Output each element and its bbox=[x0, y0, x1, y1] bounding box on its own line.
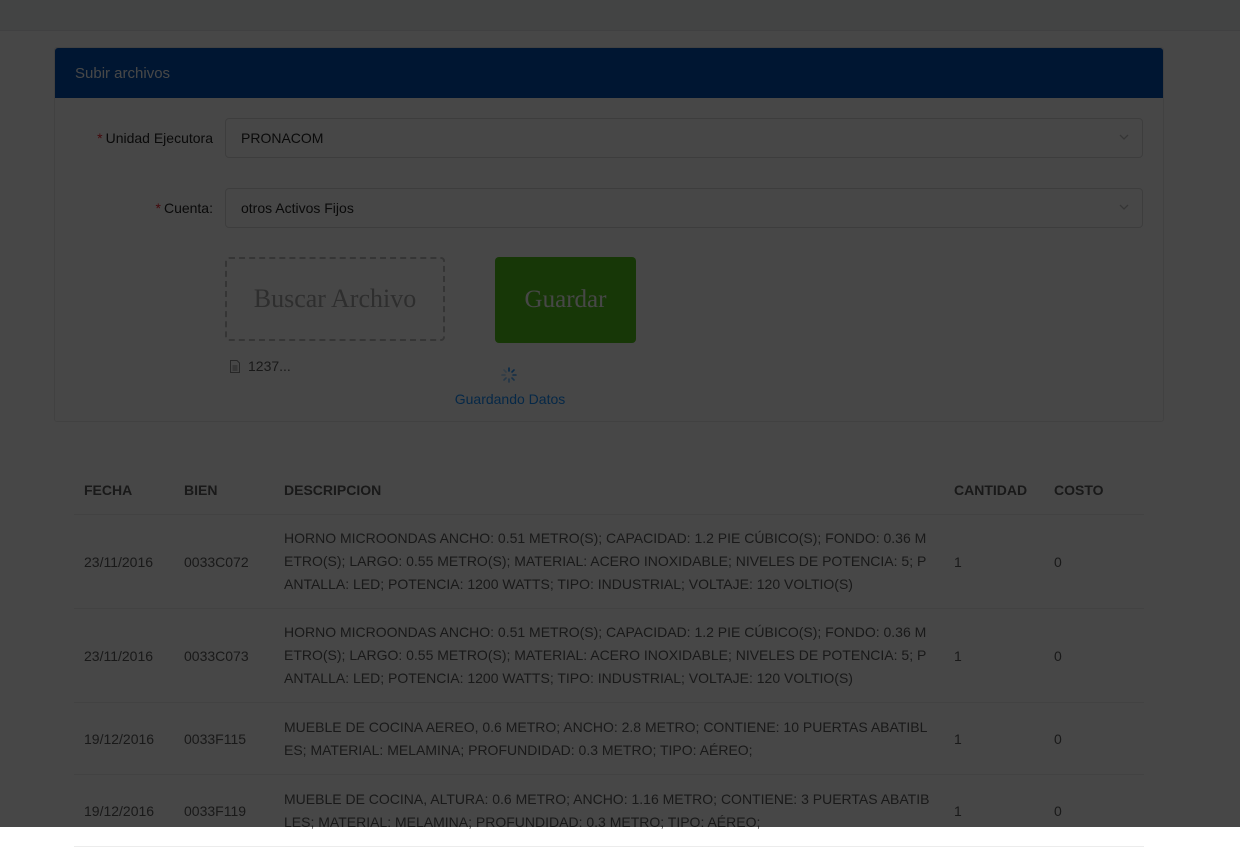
column-header-cantidad[interactable]: CANTIDAD bbox=[944, 482, 1044, 498]
required-mark: * bbox=[155, 200, 161, 216]
save-button[interactable]: Guardar bbox=[495, 257, 636, 343]
assets-table: FECHA BIEN DESCRIPCION CANTIDAD COSTO 23… bbox=[74, 466, 1144, 847]
cell-cantidad: 1 bbox=[954, 553, 962, 570]
cell-costo: 0 bbox=[1054, 802, 1062, 819]
cell-bien: 0033F115 bbox=[184, 730, 247, 747]
cell-costo: 0 bbox=[1054, 730, 1062, 747]
column-header-descripcion[interactable]: DESCRIPCION bbox=[274, 479, 944, 502]
cell-fecha: 19/12/2016 bbox=[84, 730, 155, 747]
table-row[interactable]: 23/11/2016 0033C072 HORNO MICROONDAS ANC… bbox=[74, 515, 1144, 609]
cell-bien: 0033C072 bbox=[184, 553, 249, 570]
cell-bien: 0033F119 bbox=[184, 802, 247, 819]
unidad-label-text: Unidad Ejecutora bbox=[105, 130, 213, 146]
top-bar bbox=[0, 0, 1240, 31]
cell-cantidad: 1 bbox=[954, 730, 962, 747]
cell-cantidad: 1 bbox=[954, 647, 962, 664]
chevron-down-icon bbox=[1119, 134, 1129, 140]
cell-bien: 0033C073 bbox=[184, 647, 249, 664]
saving-status-text: Guardando Datos bbox=[454, 391, 566, 407]
browse-file-button[interactable]: Buscar Archivo bbox=[225, 257, 445, 341]
cell-descripcion: MUEBLE DE COCINA AEREO, 0.6 METRO; ANCHO… bbox=[284, 718, 928, 758]
table-header: FECHA BIEN DESCRIPCION CANTIDAD COSTO bbox=[74, 466, 1144, 515]
loading-spinner-icon bbox=[501, 367, 517, 383]
cell-costo: 0 bbox=[1054, 553, 1062, 570]
column-header-bien[interactable]: BIEN bbox=[174, 482, 274, 498]
unidad-select[interactable]: PRONACOM bbox=[225, 118, 1143, 158]
cuenta-label-text: Cuenta: bbox=[163, 200, 213, 216]
cuenta-select[interactable]: otros Activos Fijos bbox=[225, 188, 1143, 228]
table-row[interactable]: 23/11/2016 0033C073 HORNO MICROONDAS ANC… bbox=[74, 609, 1144, 703]
unidad-select-value: PRONACOM bbox=[241, 130, 324, 146]
file-name: 1237... bbox=[248, 358, 291, 374]
column-header-fecha[interactable]: FECHA bbox=[74, 482, 174, 498]
cell-fecha: 23/11/2016 bbox=[84, 553, 154, 570]
cell-descripcion: HORNO MICROONDAS ANCHO: 0.51 METRO(S); C… bbox=[284, 624, 927, 686]
cuenta-label: * Cuenta: bbox=[33, 200, 214, 216]
cuenta-select-value: otros Activos Fijos bbox=[241, 200, 354, 216]
unidad-label: * Unidad Ejecutora bbox=[33, 130, 213, 146]
card-title: Subir archivos bbox=[55, 48, 1163, 98]
required-mark: * bbox=[97, 130, 103, 146]
cell-cantidad: 1 bbox=[954, 802, 962, 819]
column-header-costo[interactable]: COSTO bbox=[1044, 482, 1144, 498]
table-row[interactable]: 19/12/2016 0033F115 MUEBLE DE COCINA AER… bbox=[74, 703, 1144, 775]
upload-card: Subir archivos * Unidad Ejecutora PRONACO… bbox=[54, 47, 1164, 422]
cell-descripcion: HORNO MICROONDAS ANCHO: 0.51 METRO(S); C… bbox=[284, 530, 927, 592]
cell-fecha: 19/12/2016 bbox=[84, 802, 155, 819]
table-row[interactable]: 19/12/2016 0033F119 MUEBLE DE COCINA, AL… bbox=[74, 775, 1144, 847]
cell-costo: 0 bbox=[1054, 647, 1062, 664]
file-icon bbox=[230, 359, 240, 373]
cell-fecha: 23/11/2016 bbox=[84, 647, 154, 664]
uploaded-file-item[interactable]: 1237... bbox=[229, 358, 291, 374]
chevron-down-icon bbox=[1119, 204, 1129, 210]
